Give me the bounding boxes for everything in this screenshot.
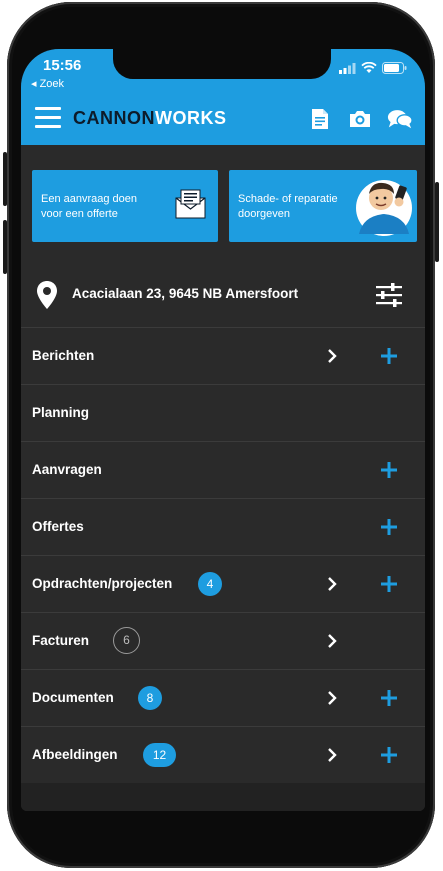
chevron-right-icon[interactable] [325, 748, 339, 762]
menu-row-label: Offertes [32, 519, 84, 534]
count-badge: 6 [113, 627, 140, 654]
menu-row-label: Planning [32, 405, 89, 420]
app-header: CANNONWORKS [21, 95, 425, 145]
menu-row-aanvragen[interactable]: Aanvragen [21, 442, 425, 499]
chat-icon[interactable] [387, 106, 413, 132]
plus-icon[interactable] [381, 462, 397, 478]
logo-part2: WORKS [155, 108, 227, 128]
wifi-icon [361, 62, 377, 73]
menu-row-label: Opdrachten/projecten [32, 576, 173, 591]
header-actions [307, 106, 413, 132]
menu-row-berichten[interactable]: Berichten [21, 328, 425, 385]
menu-row-label: Afbeeldingen [32, 747, 118, 762]
app-screen: 15:56 ◂ Zoek CANNONWORKS Een aanvraag do… [21, 49, 425, 811]
plus-icon[interactable] [381, 348, 397, 364]
notch [113, 49, 331, 79]
menu-row-documenten[interactable]: Documenten 8 [21, 670, 425, 727]
request-quote-card[interactable]: Een aanvraag doen voor een offerte [32, 170, 218, 242]
volume-button [3, 220, 7, 274]
request-quote-label: Een aanvraag doen voor een offerte [41, 193, 138, 220]
menu-row-label: Aanvragen [32, 462, 102, 477]
location-pin-icon [37, 281, 57, 309]
envelope-icon [175, 189, 206, 219]
plus-icon[interactable] [381, 519, 397, 535]
menu-icon[interactable] [35, 107, 61, 129]
status-bar: 15:56 ◂ Zoek [21, 49, 425, 95]
back-to-search-link[interactable]: ◂ Zoek [31, 77, 64, 90]
report-damage-label: Schade- of reparatie doorgeven [238, 193, 338, 220]
power-button [435, 182, 439, 262]
address-text: Acacialaan 23, 9645 NB Amersfoort [72, 286, 299, 301]
cannonworks-logo: CANNONWORKS [73, 108, 227, 129]
document-icon[interactable] [307, 106, 333, 132]
menu-row-offertes[interactable]: Offertes [21, 499, 425, 556]
menu-row-label: Berichten [32, 348, 95, 363]
filter-settings-icon[interactable] [375, 281, 403, 309]
plus-icon[interactable] [381, 690, 397, 706]
chevron-right-icon[interactable] [325, 349, 339, 363]
menu-row-opdrachten[interactable]: Opdrachten/projecten 4 [21, 556, 425, 613]
camera-icon[interactable] [347, 106, 373, 132]
menu-row-planning[interactable]: Planning [21, 385, 425, 442]
address-bar: Acacialaan 23, 9645 NB Amersfoort [21, 263, 425, 328]
volume-button [3, 152, 7, 206]
status-icons [339, 62, 407, 74]
count-badge: 4 [198, 572, 222, 596]
mechanic-avatar [356, 180, 412, 236]
menu-row-label: Documenten [32, 690, 114, 705]
count-badge: 8 [138, 686, 162, 710]
menu-row-label: Facturen [32, 633, 90, 648]
report-damage-card[interactable]: Schade- of reparatie doorgeven [229, 170, 417, 242]
menu-row-facturen[interactable]: Facturen 6 [21, 613, 425, 670]
signal-icon [339, 62, 356, 74]
menu-row-afbeeldingen[interactable]: Afbeeldingen 12 [21, 727, 425, 784]
chevron-right-icon[interactable] [325, 691, 339, 705]
plus-icon[interactable] [381, 747, 397, 763]
chevron-right-icon[interactable] [325, 634, 339, 648]
plus-icon[interactable] [381, 576, 397, 592]
bottom-area [21, 783, 425, 811]
battery-icon [382, 62, 407, 74]
chevron-right-icon[interactable] [325, 577, 339, 591]
logo-part1: CANNON [73, 108, 155, 128]
action-cards: Een aanvraag doen voor een offerte Schad… [32, 170, 417, 242]
count-badge: 12 [143, 743, 176, 767]
status-time: 15:56 [43, 57, 82, 74]
